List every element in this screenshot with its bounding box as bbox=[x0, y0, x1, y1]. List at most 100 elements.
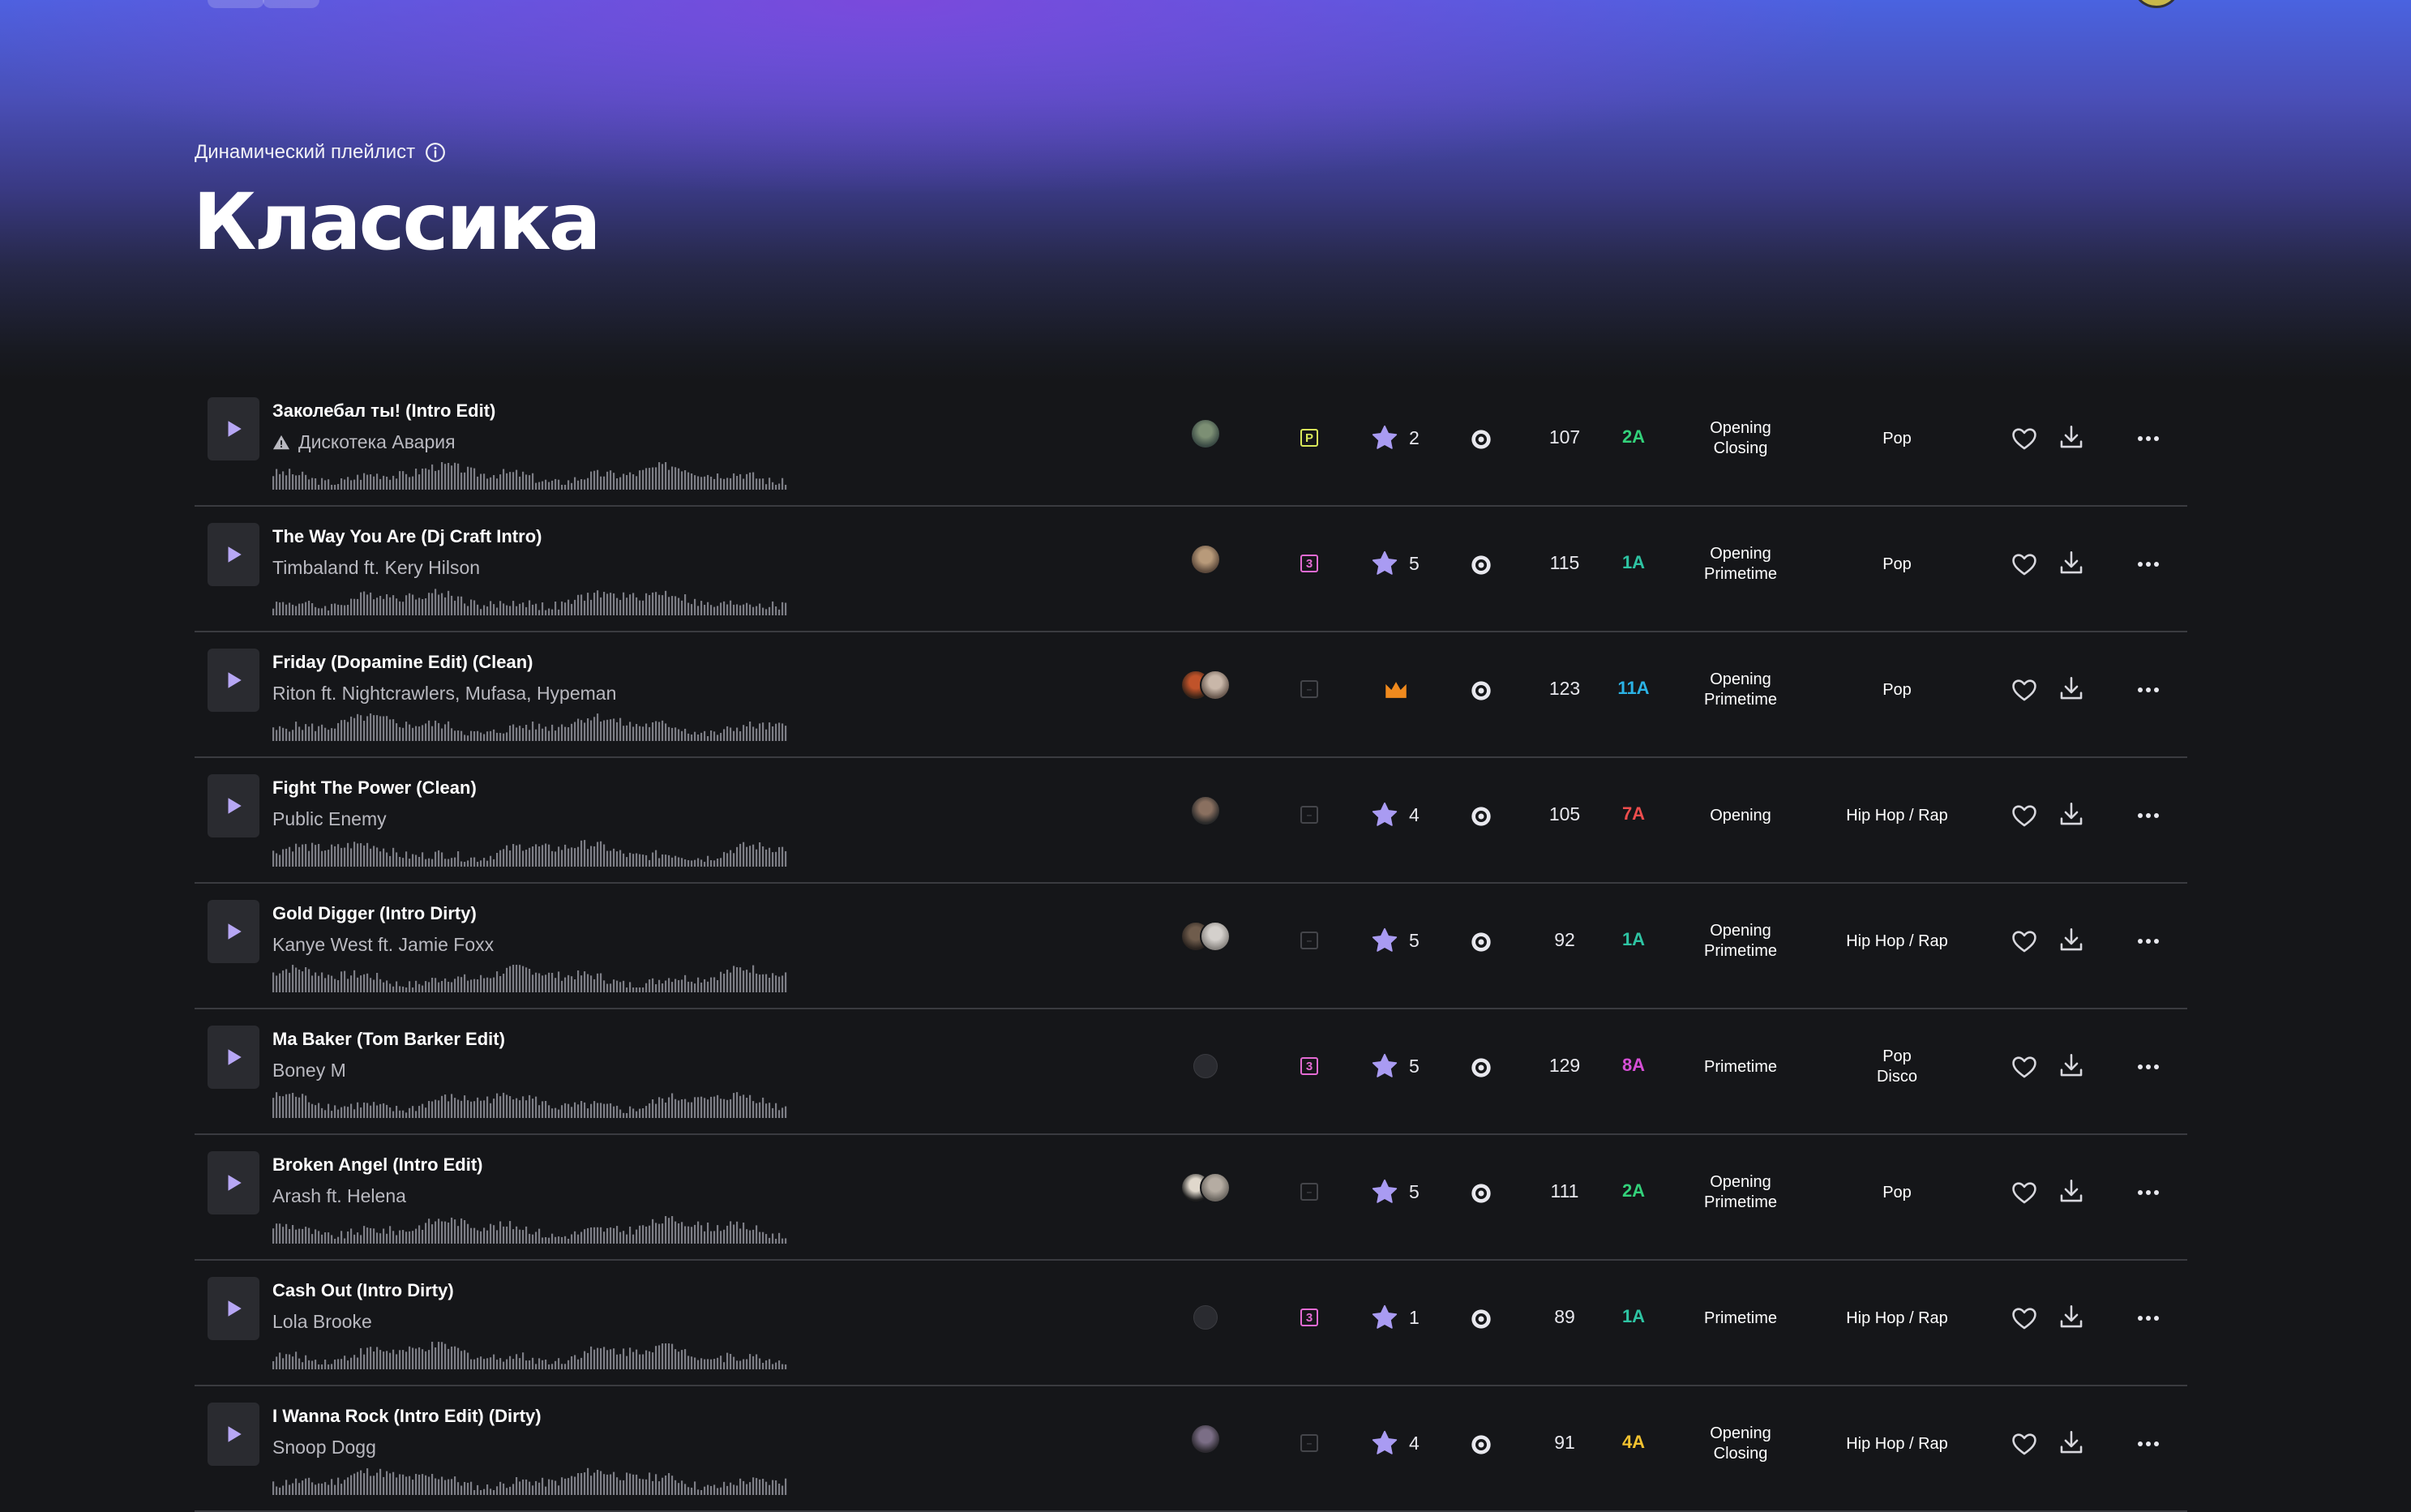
track-artist[interactable]: Snoop Dogg bbox=[272, 1437, 376, 1458]
heart-icon[interactable] bbox=[2011, 1053, 2038, 1081]
play-button[interactable] bbox=[208, 1151, 259, 1214]
bpm-value: 129 bbox=[1548, 1055, 1581, 1076]
play-icon bbox=[228, 1426, 242, 1442]
disc-icon bbox=[1471, 681, 1491, 700]
track-title[interactable]: Cash Out (Intro Dirty) bbox=[272, 1280, 454, 1301]
heart-icon[interactable] bbox=[2011, 1430, 2038, 1458]
track-artist[interactable]: Boney M bbox=[272, 1060, 346, 1082]
heart-icon[interactable] bbox=[2011, 927, 2038, 955]
more-icon[interactable] bbox=[2134, 1180, 2163, 1205]
download-icon[interactable] bbox=[2058, 1428, 2085, 1456]
genre-line: Hip Hop / Rap bbox=[1846, 1309, 1948, 1327]
more-icon[interactable] bbox=[2134, 1055, 2163, 1079]
play-button[interactable] bbox=[208, 523, 259, 586]
page-title: Классика bbox=[193, 177, 602, 268]
heart-icon[interactable] bbox=[2011, 676, 2038, 704]
track-title[interactable]: Gold Digger (Intro Dirty) bbox=[272, 903, 477, 924]
heart-icon[interactable] bbox=[2011, 550, 2038, 578]
waveform[interactable] bbox=[272, 965, 788, 992]
more-icon[interactable] bbox=[2134, 426, 2163, 451]
track-title[interactable]: I Wanna Rock (Intro Edit) (Dirty) bbox=[272, 1406, 542, 1427]
track-artist[interactable]: Дискотека Авария bbox=[272, 431, 456, 453]
play-button[interactable] bbox=[208, 397, 259, 460]
table-row[interactable]: Заколебал ты! (Intro Edit) Дискотека Авар… bbox=[195, 381, 2187, 507]
table-row[interactable]: Fight The Power (Clean) Public Enemy – 4 105… bbox=[195, 758, 2187, 884]
track-title[interactable]: Заколебал ты! (Intro Edit) bbox=[272, 400, 495, 422]
artist-avatar bbox=[1190, 544, 1221, 575]
genre-line: Pop bbox=[1882, 680, 1912, 699]
set-slot: Opening Primetime bbox=[1672, 1164, 1809, 1221]
track-title[interactable]: Friday (Dopamine Edit) (Clean) bbox=[272, 652, 533, 673]
waveform[interactable] bbox=[272, 1342, 788, 1369]
play-button[interactable] bbox=[208, 774, 259, 837]
track-title[interactable]: Ma Baker (Tom Barker Edit) bbox=[272, 1029, 505, 1050]
waveform[interactable] bbox=[272, 588, 788, 615]
table-row[interactable]: Ma Baker (Tom Barker Edit) Boney M 3 5 129 8A… bbox=[195, 1009, 2187, 1135]
more-icon[interactable] bbox=[2134, 1306, 2163, 1330]
table-row[interactable]: The Way You Are (Dj Craft Intro) Timbalan… bbox=[195, 507, 2187, 632]
badge-label: P bbox=[1300, 429, 1318, 447]
rating: 4 bbox=[1370, 1428, 1420, 1458]
waveform[interactable] bbox=[272, 713, 788, 741]
heart-icon[interactable] bbox=[2011, 802, 2038, 829]
track-artist[interactable]: Public Enemy bbox=[272, 808, 387, 830]
heart-icon[interactable] bbox=[2011, 1304, 2038, 1332]
download-icon[interactable] bbox=[2058, 423, 2085, 451]
table-row[interactable]: Cash Out (Intro Dirty) Lola Brooke 3 1 89 1A P… bbox=[195, 1261, 2187, 1386]
play-button[interactable] bbox=[208, 649, 259, 712]
play-button[interactable] bbox=[208, 1026, 259, 1089]
track-list: Заколебал ты! (Intro Edit) Дискотека Авар… bbox=[195, 381, 2187, 1512]
table-row[interactable]: I Wanna Rock (Intro Edit) (Dirty) Snoop D… bbox=[195, 1386, 2187, 1512]
disc-icon bbox=[1471, 1058, 1491, 1077]
table-row[interactable]: Broken Angel (Intro Edit) Arash ft. Helen… bbox=[195, 1135, 2187, 1261]
play-button[interactable] bbox=[208, 1277, 259, 1340]
download-icon[interactable] bbox=[2058, 1303, 2085, 1330]
track-artist[interactable]: Riton ft. Nightcrawlers, Mufasa, Hypeman bbox=[272, 683, 616, 705]
track-artist[interactable]: Lola Brooke bbox=[272, 1311, 372, 1333]
waveform[interactable] bbox=[272, 839, 788, 867]
rating-value: 4 bbox=[1409, 803, 1420, 825]
empty-badge-icon: – bbox=[1300, 806, 1318, 824]
track-artist[interactable]: Timbaland ft. Kery Hilson bbox=[272, 557, 480, 579]
info-icon[interactable] bbox=[425, 142, 446, 163]
waveform[interactable] bbox=[272, 1467, 788, 1495]
play-button[interactable] bbox=[208, 1403, 259, 1466]
artist-avatar bbox=[1190, 418, 1221, 449]
more-icon[interactable] bbox=[2134, 678, 2163, 702]
track-title[interactable]: The Way You Are (Dj Craft Intro) bbox=[272, 526, 542, 547]
badge-label: 3 bbox=[1300, 555, 1318, 572]
download-icon[interactable] bbox=[2058, 1177, 2085, 1205]
waveform[interactable] bbox=[272, 1090, 788, 1118]
bpm-value: 123 bbox=[1548, 678, 1581, 699]
waveform[interactable] bbox=[272, 462, 788, 490]
more-icon[interactable] bbox=[2134, 803, 2163, 828]
download-icon[interactable] bbox=[2058, 1052, 2085, 1079]
bpm-value: 89 bbox=[1554, 1306, 1575, 1327]
heart-icon[interactable] bbox=[2011, 1179, 2038, 1206]
set-slot: Opening Primetime bbox=[1672, 662, 1809, 718]
set-slot: Opening Closing bbox=[1672, 1416, 1809, 1472]
nav-forward-button[interactable] bbox=[263, 0, 319, 8]
table-row[interactable]: Gold Digger (Intro Dirty) Kanye West ft. … bbox=[195, 884, 2187, 1009]
star-icon bbox=[1372, 550, 1398, 575]
table-row[interactable]: Friday (Dopamine Edit) (Clean) Riton ft. … bbox=[195, 632, 2187, 758]
more-icon[interactable] bbox=[2134, 1432, 2163, 1456]
track-artist-name: Дискотека Авария bbox=[298, 431, 456, 452]
track-artist[interactable]: Arash ft. Helena bbox=[272, 1185, 406, 1207]
track-title[interactable]: Broken Angel (Intro Edit) bbox=[272, 1154, 483, 1176]
nav-back-button[interactable] bbox=[208, 0, 264, 8]
play-button[interactable] bbox=[208, 900, 259, 963]
artist-avatar-placeholder bbox=[1193, 1305, 1218, 1330]
more-icon[interactable] bbox=[2134, 552, 2163, 576]
waveform[interactable] bbox=[272, 1216, 788, 1244]
more-icon[interactable] bbox=[2134, 929, 2163, 953]
heart-icon[interactable] bbox=[2011, 425, 2038, 452]
download-icon[interactable] bbox=[2058, 926, 2085, 953]
download-icon[interactable] bbox=[2058, 675, 2085, 702]
track-title[interactable]: Fight The Power (Clean) bbox=[272, 777, 477, 799]
track-artist[interactable]: Kanye West ft. Jamie Foxx bbox=[272, 934, 494, 956]
download-icon[interactable] bbox=[2058, 800, 2085, 828]
disc-icon bbox=[1471, 555, 1491, 575]
download-icon[interactable] bbox=[2058, 549, 2085, 576]
slot-line: Closing bbox=[1713, 439, 1768, 457]
